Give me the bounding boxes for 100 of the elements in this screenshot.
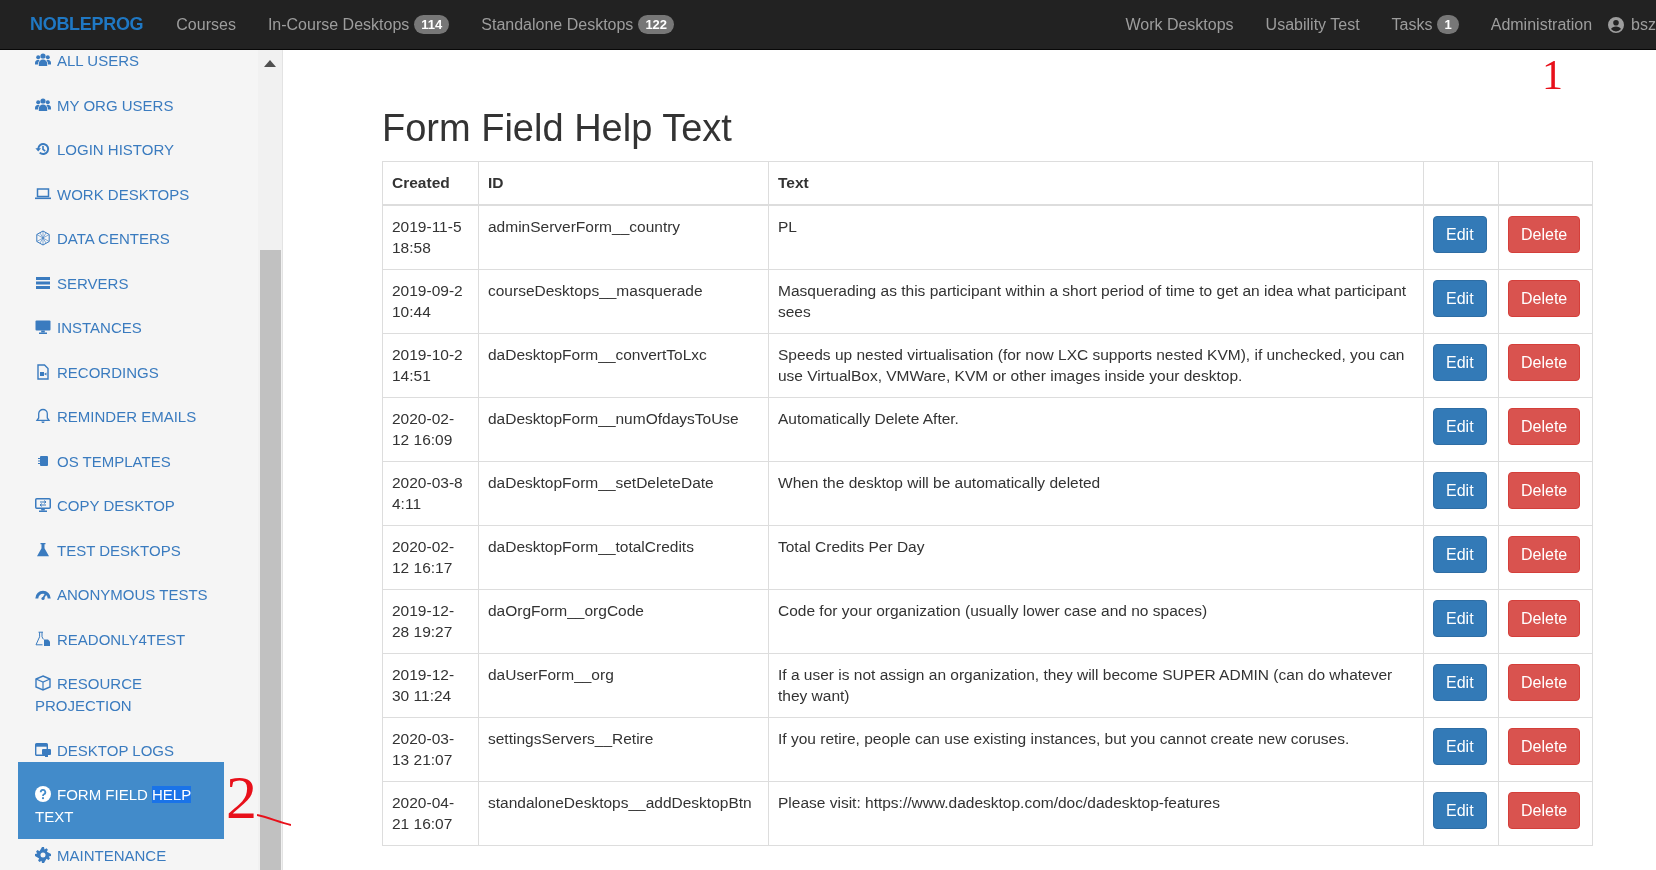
brand-link[interactable]: NOBLEPROG — [30, 11, 144, 38]
cube-icon — [35, 675, 51, 691]
sidebar-item[interactable]: WORK DESKTOPS — [0, 172, 258, 217]
delete-button[interactable]: Delete — [1508, 727, 1581, 765]
table-cell: daUserForm__org — [478, 653, 769, 717]
table-cell: 2019-12-28 19:27 — [382, 589, 479, 653]
history-icon — [35, 141, 51, 157]
sidebar-item[interactable]: REMINDER EMAILS — [0, 394, 258, 439]
table-cell: 2019-11-5 18:58 — [382, 204, 479, 269]
column-header: ID — [478, 161, 769, 205]
flask-document-icon — [35, 630, 51, 647]
server-icon — [35, 274, 51, 291]
users-icon — [35, 52, 51, 68]
hexagon-icon — [35, 230, 51, 246]
selected-text: HELP — [152, 785, 191, 803]
nav-link[interactable]: In-Course Desktops 114 — [251, 12, 466, 37]
monitor-icon — [35, 319, 51, 335]
bell-icon — [35, 408, 51, 424]
table-cell: Please visit: https://www.dadesktop.com/doc/dadesktop-features — [768, 781, 1424, 845]
edit-button[interactable]: Edit — [1433, 599, 1487, 637]
table-cell: 2019-12-30 11:24 — [382, 653, 479, 717]
table-cell: daDesktopForm__totalCredits — [478, 525, 769, 589]
delete-button[interactable]: Delete — [1508, 407, 1581, 445]
delete-button[interactable]: Delete — [1508, 279, 1581, 317]
user-icon — [1608, 16, 1625, 33]
sidebar-item[interactable]: SERVERS — [0, 261, 258, 306]
table-cell: daOrgForm__orgCode — [478, 589, 769, 653]
table-cell: 2020-02-12 16:09 — [382, 397, 479, 461]
table-cell: 2020-02-12 16:17 — [382, 525, 479, 589]
edit-button[interactable]: Edit — [1433, 727, 1487, 765]
table-cell: 2020-04-21 16:07 — [382, 781, 479, 845]
sidebar-item[interactable]: LOGIN HISTORY — [0, 127, 258, 172]
delete-button[interactable]: Delete — [1508, 215, 1581, 253]
sidebar-item[interactable]: RESOURCE PROJECTION — [0, 661, 258, 728]
delete-button[interactable]: Delete — [1508, 791, 1581, 829]
edit-button[interactable]: Edit — [1433, 215, 1487, 253]
pen-stroke — [257, 814, 291, 826]
table-cell: Code for your organization (usually lower case and no spaces) — [768, 589, 1424, 653]
sidebar-item[interactable]: OS TEMPLATES — [0, 439, 258, 484]
delete-button[interactable]: Delete — [1508, 471, 1581, 509]
edit-button[interactable]: Edit — [1433, 791, 1487, 829]
table-cell: 2019-09-2 10:44 — [382, 269, 479, 333]
sidebar-item[interactable]: RECORDINGS — [0, 350, 258, 395]
nav-link[interactable]: Standalone Desktops 122 — [465, 12, 691, 37]
delete-button[interactable]: Delete — [1508, 343, 1581, 381]
table-cell: daDesktopForm__setDeleteDate — [478, 461, 769, 525]
window-monitor-icon — [35, 741, 51, 758]
edit-button[interactable]: Edit — [1433, 471, 1487, 509]
column-header: Text — [768, 161, 1424, 205]
help-icon — [35, 785, 51, 802]
edit-button[interactable]: Edit — [1433, 343, 1487, 381]
count-badge: 114 — [414, 15, 450, 34]
table-cell: daDesktopForm__convertToLxc — [478, 333, 769, 397]
edit-button[interactable]: Edit — [1433, 407, 1487, 445]
scroll-up-icon[interactable] — [264, 60, 276, 67]
sidebar-item[interactable]: TEST DESKTOPS — [0, 528, 258, 573]
table-cell: 2020-03-13 21:07 — [382, 717, 479, 781]
nav-link[interactable]: Usability Test — [1249, 12, 1376, 37]
edit-button[interactable]: Edit — [1433, 279, 1487, 317]
video-file-icon — [35, 363, 51, 380]
sidebar-item[interactable]: FORM FIELD HELP TEXT — [18, 761, 224, 839]
handwritten-number: 1 — [1542, 54, 1563, 96]
nav-link[interactable]: Work Desktops — [1109, 12, 1250, 37]
table-cell: PL — [768, 204, 1424, 269]
sidebar-item[interactable]: READONLY4TEST — [0, 617, 258, 662]
flask-icon — [35, 541, 51, 558]
delete-button[interactable]: Delete — [1508, 663, 1581, 701]
sidebar-item[interactable]: INSTANCES — [0, 305, 258, 350]
table-cell: Automatically Delete After. — [768, 397, 1424, 461]
monitor-arrows-icon — [35, 497, 51, 513]
edit-button[interactable]: Edit — [1433, 535, 1487, 573]
table-cell: Masquerading as this participant within a short period of time to get an idea what participant sees — [768, 269, 1424, 333]
scrollbar-thumb[interactable] — [259, 250, 281, 870]
count-badge: 122 — [638, 15, 675, 34]
users-icon — [35, 96, 51, 113]
sidebar-item[interactable]: DATA CENTERS — [0, 216, 258, 261]
nav-link[interactable]: Administration — [1474, 12, 1609, 37]
table-cell: 2019-10-2 14:51 — [382, 333, 479, 397]
laptop-icon — [35, 185, 51, 202]
sidebar-item[interactable]: MY ORG USERS — [0, 83, 258, 128]
table-cell: Total Credits Per Day — [768, 525, 1424, 589]
sidebar-item[interactable]: ANONYMOUS TESTS — [0, 572, 258, 617]
table-cell: standaloneDesktops__addDesktopBtn — [478, 781, 769, 845]
user-menu[interactable]: bsz — [1608, 12, 1656, 37]
delete-button[interactable]: Delete — [1508, 535, 1581, 573]
sidebar-item[interactable]: ALL USERS — [0, 50, 258, 83]
table-cell: Speeds up nested virtualisation (for now LXC supports nested KVM), if unchecked, you can use VirtualBox, VMWare, KVM or other images inside your desktop. — [768, 333, 1424, 397]
sidebar-item[interactable]: COPY DESKTOP — [0, 483, 258, 528]
nav-link[interactable]: Courses — [160, 12, 252, 37]
table-cell: adminServerForm__country — [478, 204, 769, 269]
delete-button[interactable]: Delete — [1508, 599, 1581, 637]
table-cell: courseDesktops__masquerade — [478, 269, 769, 333]
table-cell: If you retire, people can use existing instances, but you cannot create new coruses. — [768, 717, 1424, 781]
column-header: Created — [382, 161, 479, 205]
gear-icon — [35, 847, 51, 863]
edit-button[interactable]: Edit — [1433, 663, 1487, 701]
table-cell: daDesktopForm__numOfdaysToUse — [478, 397, 769, 461]
table-cell: 2020-03-8 4:11 — [382, 461, 479, 525]
count-badge: 1 — [1437, 15, 1459, 34]
nav-link[interactable]: Tasks 1 — [1375, 12, 1475, 37]
